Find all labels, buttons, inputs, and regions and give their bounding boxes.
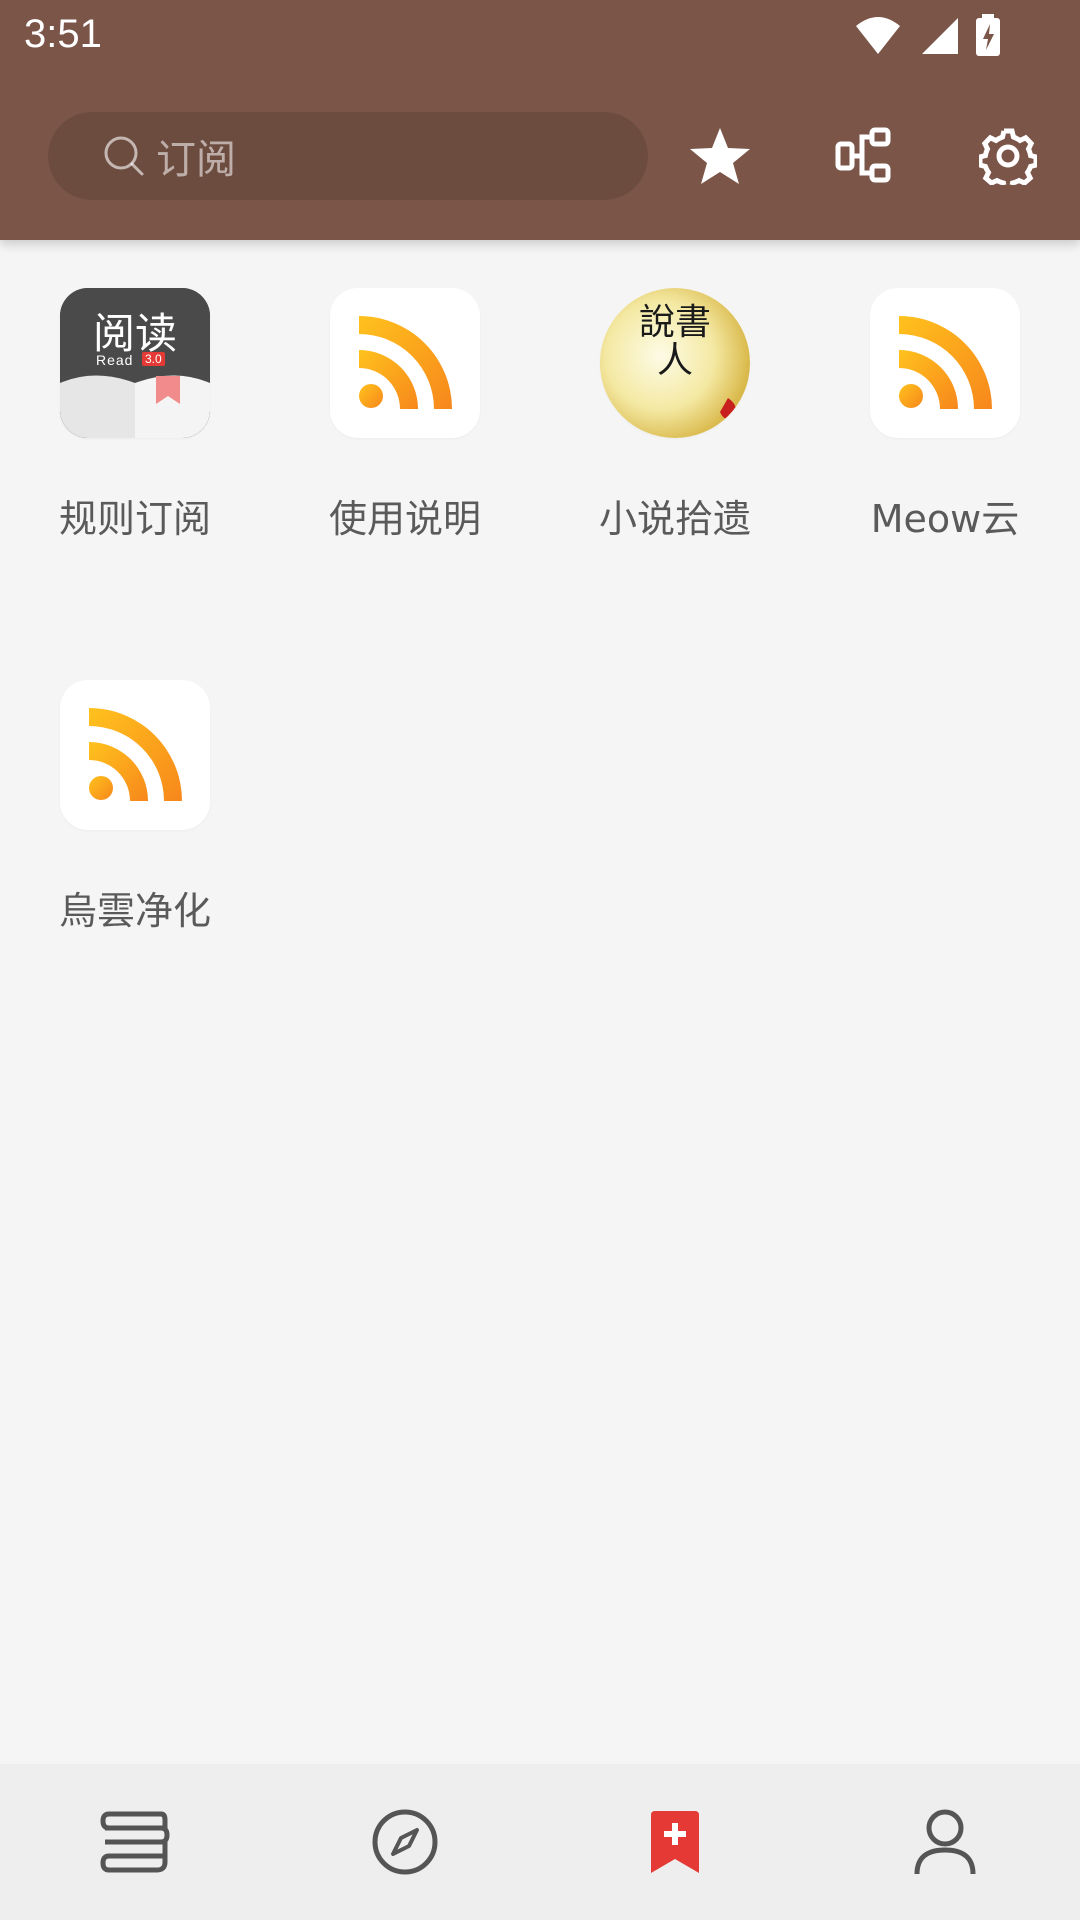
rule-group-icon xyxy=(835,127,891,183)
settings-button[interactable] xyxy=(970,118,1046,194)
signal-icon xyxy=(922,18,958,54)
star-icon xyxy=(690,128,750,184)
nav-bookshelf[interactable] xyxy=(0,1764,270,1920)
bottom-navigation xyxy=(0,1764,1080,1920)
read-logo-version: 3.0 xyxy=(142,352,165,366)
search-input[interactable]: 订阅 xyxy=(48,112,648,200)
read-app-icon: 阅读 Read 3.0 xyxy=(60,288,210,438)
read-logo-sub: Read xyxy=(96,352,134,368)
favorites-button[interactable] xyxy=(682,118,758,194)
rss-bookmark-icon xyxy=(651,1811,699,1873)
subscription-label: 小说拾遗 xyxy=(598,497,751,541)
subscription-item-usage-guide[interactable]: 使用说明 xyxy=(270,240,540,632)
rss-icon xyxy=(330,288,480,438)
rss-icon xyxy=(60,680,210,830)
rule-group-button[interactable] xyxy=(826,118,902,194)
rss-icon xyxy=(870,288,1020,438)
subscription-item-meow-cloud[interactable]: Meow云 xyxy=(810,240,1080,632)
status-time: 3:51 xyxy=(24,12,102,56)
nav-discover[interactable] xyxy=(270,1764,540,1920)
status-bar: 3:51 xyxy=(0,0,1080,72)
subscription-item-cloud-purify[interactable]: 烏雲净化 xyxy=(0,632,270,1024)
bookshelf-icon xyxy=(100,1811,170,1873)
status-icons xyxy=(854,14,1002,58)
compass-icon xyxy=(372,1809,438,1875)
top-app-bar: 3:51 订阅 xyxy=(0,0,1080,240)
wifi-icon xyxy=(856,17,900,54)
search-placeholder: 订阅 xyxy=(156,137,236,183)
subscription-label: 规则订阅 xyxy=(58,497,211,541)
subscription-item-rule-subscription[interactable]: 阅读 Read 3.0 规则订阅 xyxy=(0,240,270,632)
subscription-label: Meow云 xyxy=(870,497,1020,541)
battery-charging-icon xyxy=(976,14,1000,56)
subscription-item-novel-gleanings[interactable]: 說書人 小说拾遗 xyxy=(540,240,810,632)
read-logo-title: 阅读 xyxy=(92,309,177,358)
subscription-label: 烏雲净化 xyxy=(58,889,211,933)
person-icon xyxy=(914,1809,976,1875)
nav-my[interactable] xyxy=(810,1764,1080,1920)
gear-icon xyxy=(979,128,1037,185)
nav-rss[interactable] xyxy=(540,1764,810,1920)
search-icon xyxy=(104,136,144,176)
subscription-label: 使用说明 xyxy=(328,497,481,541)
storyteller-logo-text: 說書人 xyxy=(638,302,711,381)
storyteller-icon: 說書人 xyxy=(600,288,750,438)
